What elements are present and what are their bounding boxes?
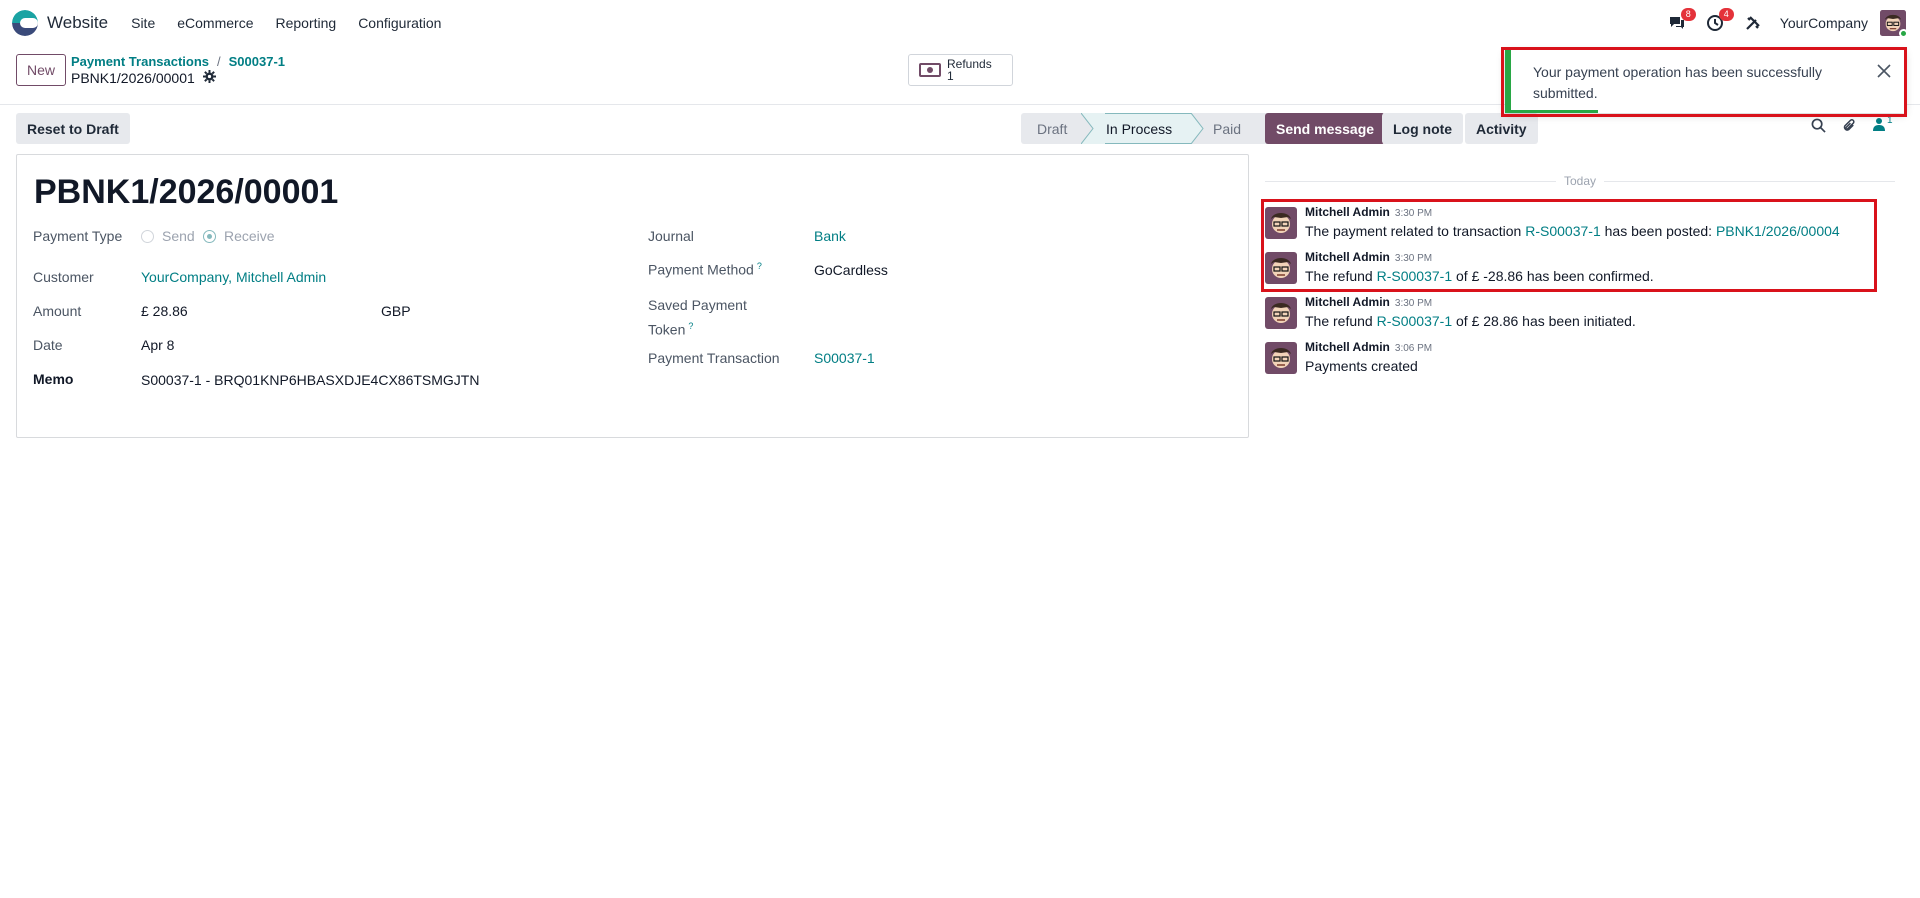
- breadcrumb-separator: /: [217, 54, 221, 69]
- log-note-button[interactable]: Log note: [1382, 113, 1464, 144]
- refunds-count: 1: [947, 69, 954, 83]
- payment-type-receive[interactable]: Receive: [203, 228, 275, 244]
- follower-person-icon: [1873, 118, 1885, 131]
- saved-token-help-icon[interactable]: ?: [688, 321, 693, 331]
- main-menu: Site eCommerce Reporting Configuration: [120, 15, 452, 31]
- payment-title: PBNK1/2026/00001: [34, 173, 339, 211]
- breadcrumb: Payment Transactions / S00037-1: [71, 54, 285, 69]
- breadcrumb-transaction[interactable]: S00037-1: [229, 54, 285, 69]
- customer-label: Customer: [33, 269, 94, 285]
- radio-receive-label: Receive: [224, 228, 275, 244]
- message-time: 3:06 PM: [1394, 343, 1433, 354]
- date-label: Date: [33, 337, 63, 353]
- journal-field[interactable]: Bank: [814, 228, 846, 244]
- money-icon: [919, 63, 941, 77]
- current-record-name: PBNK1/2026/00001: [71, 70, 195, 86]
- amount-field[interactable]: £ 28.86: [141, 303, 188, 319]
- menu-item-site[interactable]: Site: [120, 15, 166, 31]
- company-switcher[interactable]: YourCompany: [1780, 15, 1868, 31]
- refunds-smart-button[interactable]: Refunds 1: [908, 54, 1013, 86]
- payment-type-send[interactable]: Send: [141, 228, 195, 244]
- payment-type-label: Payment Type: [33, 228, 123, 244]
- radio-send[interactable]: [141, 229, 154, 243]
- user-avatar[interactable]: [1880, 10, 1908, 38]
- radio-send-label: Send: [162, 228, 195, 244]
- activity-button[interactable]: Activity: [1465, 113, 1538, 144]
- saved-token-label: Saved Payment Token?: [648, 297, 747, 338]
- website-app-icon: [12, 10, 38, 36]
- form-sheet: PBNK1/2026/00001 Payment Type Send Recei…: [16, 154, 1249, 438]
- customer-field[interactable]: YourCompany, Mitchell Admin: [141, 269, 326, 285]
- stage-draft[interactable]: Draft: [1021, 113, 1081, 144]
- journal-label: Journal: [648, 228, 694, 244]
- chatter-search-icon[interactable]: [1811, 118, 1826, 133]
- app-brand[interactable]: Website: [12, 10, 108, 36]
- new-button[interactable]: New: [16, 54, 67, 86]
- menu-item-reporting[interactable]: Reporting: [264, 15, 347, 31]
- message-body: The refund R-S00037-1 of £ 28.86 has bee…: [1305, 313, 1636, 329]
- payment-method-field[interactable]: GoCardless: [814, 262, 888, 278]
- paperclip-icon[interactable]: [1842, 118, 1857, 134]
- date-separator-label: Today: [1563, 174, 1597, 188]
- payment-method-help-icon[interactable]: ?: [757, 261, 762, 271]
- amount-label: Amount: [33, 303, 82, 319]
- breadcrumb-payment-transactions[interactable]: Payment Transactions: [71, 54, 209, 69]
- author-avatar[interactable]: [1265, 297, 1297, 329]
- debug-tools-systray[interactable]: [1738, 8, 1768, 38]
- highlight-box-messages: [1261, 199, 1877, 292]
- author-avatar[interactable]: [1265, 342, 1297, 374]
- status-bar: Draft In Process Paid: [1021, 113, 1271, 144]
- stage-in-process[interactable]: In Process: [1105, 113, 1191, 144]
- message-author[interactable]: Mitchell Admin 3:06 PM: [1305, 340, 1432, 354]
- menu-item-configuration[interactable]: Configuration: [347, 15, 452, 31]
- message-time: 3:30 PM: [1394, 298, 1433, 309]
- memo-label: Memo: [33, 371, 74, 387]
- currency-field[interactable]: GBP: [381, 303, 411, 319]
- tools-icon: [1746, 16, 1760, 30]
- payment-transaction-label: Payment Transaction: [648, 350, 780, 366]
- menu-item-ecommerce[interactable]: eCommerce: [166, 15, 264, 31]
- payment-method-label: Payment Method?: [648, 261, 762, 278]
- message-link-refund[interactable]: R-S00037-1: [1377, 313, 1453, 329]
- message-author[interactable]: Mitchell Admin 3:30 PM: [1305, 295, 1432, 309]
- messages-systray[interactable]: 8: [1662, 8, 1696, 38]
- memo-field[interactable]: S00037-1 - BRQ01KNP6HBASXDJE4CX86TSMGJTN: [141, 372, 479, 388]
- activities-systray[interactable]: 4: [1700, 8, 1734, 38]
- radio-receive[interactable]: [203, 229, 216, 243]
- reset-to-draft-button[interactable]: Reset to Draft: [16, 113, 130, 144]
- chatter-message: Mitchell Admin 3:30 PM The refund R-S0003…: [1265, 295, 1905, 335]
- chatter-message: Mitchell Admin 3:06 PM Payments created: [1265, 340, 1905, 380]
- top-navbar: Website Site eCommerce Reporting Configu…: [0, 0, 1920, 46]
- app-name: Website: [47, 13, 109, 32]
- online-status-dot: [1899, 29, 1908, 38]
- systray: 8 4 YourCompany: [1662, 0, 1920, 46]
- send-message-button[interactable]: Send message: [1265, 113, 1386, 144]
- record-name-row: PBNK1/2026/00001: [71, 70, 216, 86]
- stage-paid[interactable]: Paid: [1207, 113, 1271, 144]
- message-body: Payments created: [1305, 358, 1418, 374]
- activities-badge: 4: [1718, 8, 1734, 21]
- date-separator: Today: [1265, 174, 1895, 188]
- stage-arrow-draft: [1081, 113, 1105, 144]
- stage-arrow-in-process: [1191, 113, 1207, 144]
- followers-button[interactable]: 1: [1873, 115, 1893, 131]
- gear-icon[interactable]: [202, 70, 216, 86]
- date-field[interactable]: Apr 8: [141, 337, 174, 353]
- messages-badge: 8: [1680, 8, 1696, 21]
- highlight-box-notification: [1501, 47, 1907, 117]
- payment-transaction-field[interactable]: S00037-1: [814, 350, 875, 366]
